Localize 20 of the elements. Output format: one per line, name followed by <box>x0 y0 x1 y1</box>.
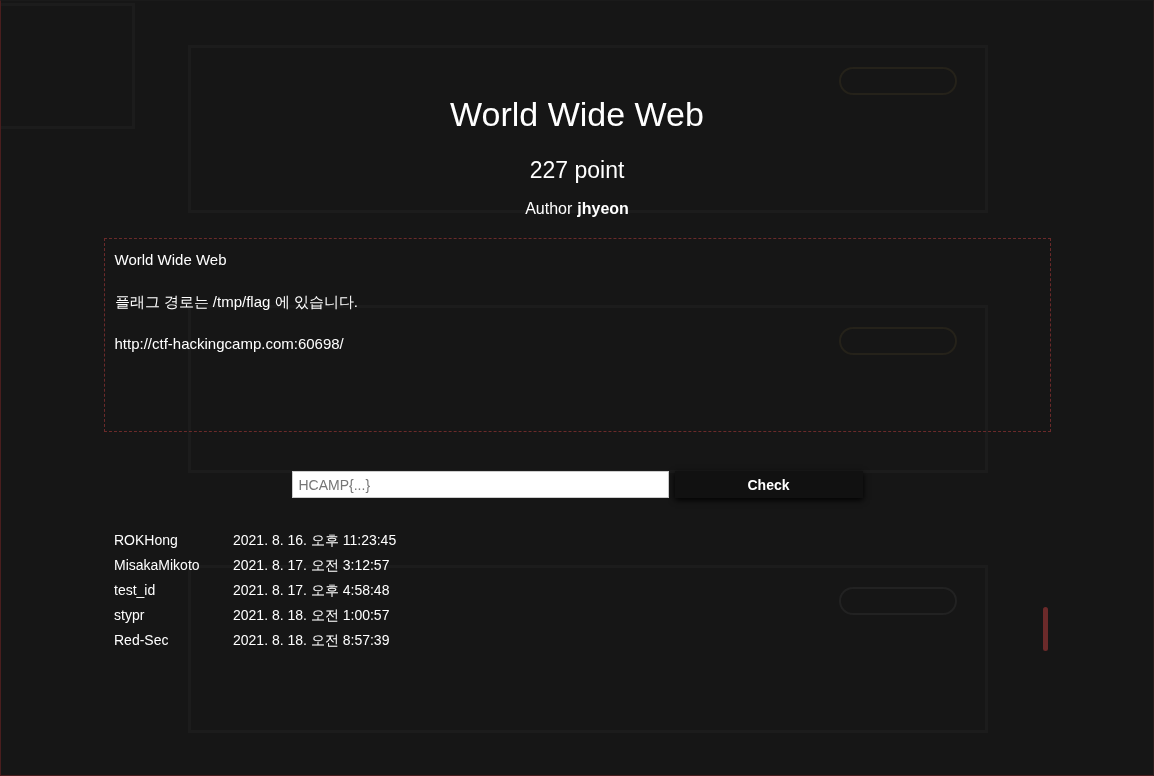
solve-time: 2021. 8. 16. 오후 11:23:45 <box>233 532 397 550</box>
flag-input[interactable]: HCAMP{...} <box>291 471 669 498</box>
description-text: 플래그 경로는 /tmp/flag 에 있습니다. <box>114 292 359 312</box>
solver-name: MisakaMikoto <box>114 556 201 575</box>
solver-name: ROKHong <box>114 532 179 550</box>
solver-name: stypr <box>114 606 146 625</box>
description-text: World Wide Web <box>114 250 228 270</box>
solve-time: 2021. 8. 18. 오전 1:00:57 <box>233 606 390 625</box>
author-label: Author <box>525 200 573 217</box>
solver-name: test_id <box>114 581 157 600</box>
check-button[interactable]: Check <box>674 471 863 498</box>
challenge-points: 227 point <box>529 157 625 184</box>
solve-time: 2021. 8. 17. 오후 4:58:48 <box>233 581 390 600</box>
solve-time: 2021. 8. 17. 오전 3:12:57 <box>233 556 390 575</box>
author-name: jhyeon <box>577 200 629 217</box>
challenge-title: World Wide Web <box>450 95 704 135</box>
description-text: http://ctf-hackingcamp.com:60698/ <box>114 334 345 354</box>
scrollbar-thumb[interactable] <box>1043 607 1048 651</box>
solver-name: Red-Sec <box>114 631 170 650</box>
solve-time: 2021. 8. 18. 오전 8:57:39 <box>233 631 390 650</box>
